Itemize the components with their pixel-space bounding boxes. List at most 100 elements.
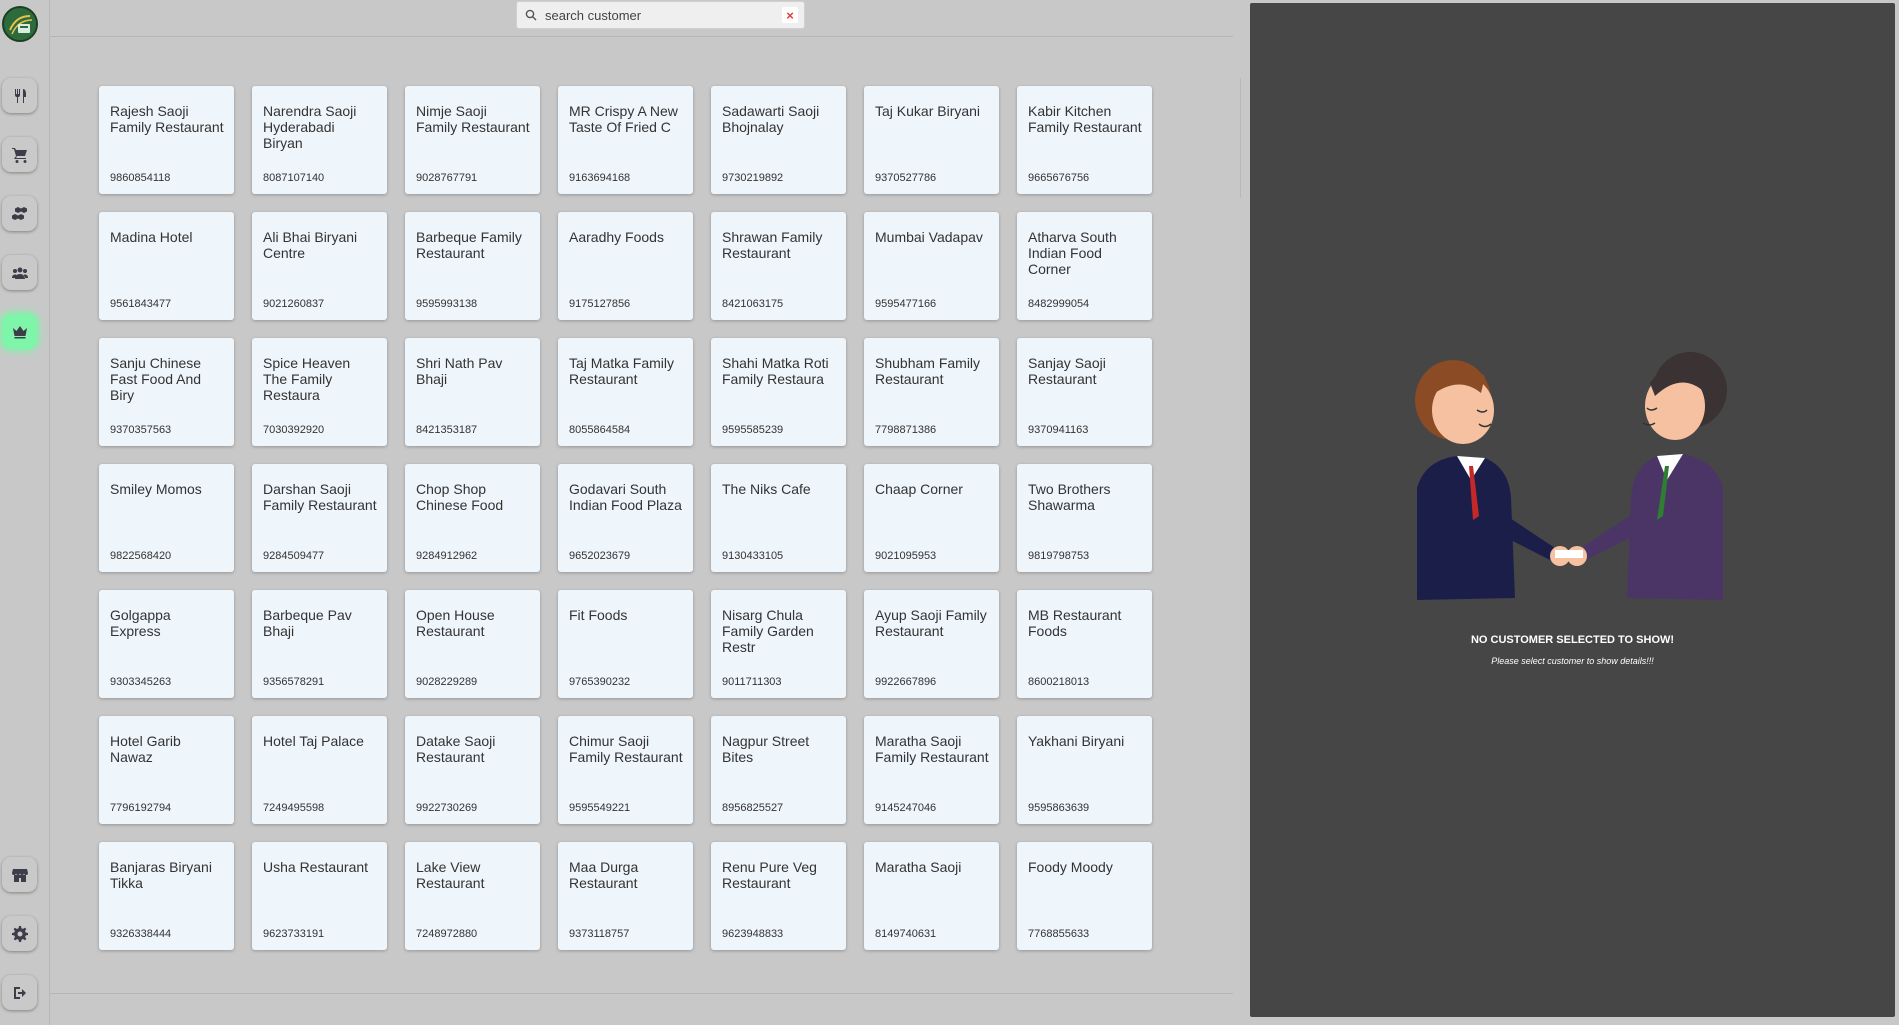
customer-phone: 9284912962 [416,550,478,562]
customer-phone: 7030392920 [263,424,325,436]
customer-name: Smiley Momos [110,481,202,497]
customer-card[interactable]: Barbeque Pav Bhaji 9356578291 [252,590,387,698]
customer-card[interactable]: MB Restaurant Foods 8600218013 [1017,590,1152,698]
customer-card[interactable]: The Niks Cafe 9130433105 [711,464,846,572]
customer-phone: 9561843477 [110,298,172,310]
customer-card[interactable]: Fit Foods 9765390232 [558,590,693,698]
customer-card[interactable]: Maa Durga Restaurant 9373118757 [558,842,693,950]
cart-nav-button[interactable] [2,137,37,172]
customer-phone: 9145247046 [875,802,937,814]
customer-card[interactable]: Sanju Chinese Fast Food And Biry 93703575… [99,338,234,446]
customer-card[interactable]: Ayup Saoji Family Restaurant 9922667896 [864,590,999,698]
customers-nav-button[interactable] [2,314,37,349]
settings-nav-button[interactable] [2,916,37,951]
customer-phone: 8421353187 [416,424,478,436]
customer-card[interactable]: Aaradhy Foods 9175127856 [558,212,693,320]
customer-name: Fit Foods [569,607,628,623]
customer-name: Hotel Garib Nawaz [110,733,181,765]
customer-name: Chimur Saoji Family Restaurant [569,733,683,765]
customer-card[interactable]: Mumbai Vadapav 9595477166 [864,212,999,320]
customer-card[interactable]: Hotel Taj Palace 7249495598 [252,716,387,824]
customer-card[interactable]: Smiley Momos 9822568420 [99,464,234,572]
customer-card[interactable]: Atharva South Indian Food Corner 84829990… [1017,212,1152,320]
customer-card[interactable]: Taj Matka Family Restaurant 8055864584 [558,338,693,446]
customer-card[interactable]: Darshan Saoji Family Restaurant 928450947… [252,464,387,572]
empty-state-title: NO CUSTOMER SELECTED TO SHOW! [1470,634,1675,646]
customer-card[interactable]: Maratha Saoji 8149740631 [864,842,999,950]
customer-name: Taj Kukar Biryani [875,103,981,119]
customer-card[interactable]: Lake View Restaurant 7248972880 [405,842,540,950]
customer-name: Narendra Saoji Hyderabadi Biryan [263,103,357,151]
inventory-nav-button[interactable] [2,196,37,231]
customer-card[interactable]: Barbeque Family Restaurant 9595993138 [405,212,540,320]
customer-phone: 7249495598 [263,802,325,814]
customer-card[interactable]: Rajesh Saoji Family Restaurant 9860854118 [99,86,234,194]
customer-card[interactable]: Shubham Family Restaurant 7798871386 [864,338,999,446]
customer-name: Renu Pure Veg Restaurant [722,859,817,891]
app-logo[interactable] [2,6,38,42]
customer-card[interactable]: Madina Hotel 9561843477 [99,212,234,320]
customer-phone: 9922730269 [416,802,478,814]
menu-nav-button[interactable] [2,78,37,113]
customer-card[interactable]: Sadawarti Saoji Bhojnalay 9730219892 [711,86,846,194]
customer-card[interactable]: Maratha Saoji Family Restaurant 914524704… [864,716,999,824]
customer-phone: 9370941163 [1028,424,1089,436]
customer-card[interactable]: Chaap Corner 9021095953 [864,464,999,572]
logout-icon [13,986,26,999]
customer-phone: 9130433105 [722,550,784,562]
crown-icon [12,325,27,338]
customer-phone: 9373118757 [569,928,630,940]
customer-card[interactable]: Open House Restaurant 9028229289 [405,590,540,698]
customer-name: Kabir Kitchen Family Restaurant [1028,103,1142,135]
clear-search-button[interactable]: × [782,7,798,23]
customer-card[interactable]: Shahi Matka Roti Family Restaura 95955852… [711,338,846,446]
logout-nav-button[interactable] [2,975,37,1010]
customer-card[interactable]: MR Crispy A New Taste Of Fried C 91636941… [558,86,693,194]
customer-card[interactable]: Golgappa Express 9303345263 [99,590,234,698]
customer-list-area: × Rajesh Saoji Family Restaurant 98608541… [50,0,1241,1025]
customer-card[interactable]: Kabir Kitchen Family Restaurant 966567675… [1017,86,1152,194]
customer-phone: 9730219892 [722,172,784,184]
customer-card[interactable]: Shri Nath Pav Bhaji 8421353187 [405,338,540,446]
customer-card[interactable]: Chop Shop Chinese Food 9284912962 [405,464,540,572]
customer-name: Rajesh Saoji Family Restaurant [110,103,224,135]
customer-card[interactable]: Banjaras Biryani Tikka 9326338444 [99,842,234,950]
customer-name: MB Restaurant Foods [1028,607,1122,639]
customer-card[interactable]: Nisarg Chula Family Garden Restr 90117113… [711,590,846,698]
customer-name: Hotel Taj Palace [263,733,364,749]
customer-card[interactable]: Shrawan Family Restaurant 8421063175 [711,212,846,320]
customer-card[interactable]: Renu Pure Veg Restaurant 9623948833 [711,842,846,950]
customer-card[interactable]: Nimje Saoji Family Restaurant 9028767791 [405,86,540,194]
customer-grid: Rajesh Saoji Family Restaurant 9860854118… [99,86,1152,950]
customer-phone: 9922667896 [875,676,937,688]
customer-card[interactable]: Foody Moody 7768855633 [1017,842,1152,950]
customer-card[interactable]: Two Brothers Shawarma 9819798753 [1017,464,1152,572]
customer-name: Godavari South Indian Food Plaza [569,481,682,513]
search-input[interactable] [545,7,782,23]
store-nav-button[interactable] [2,857,37,892]
customer-name: MR Crispy A New Taste Of Fried C [569,103,678,135]
customer-card[interactable]: Godavari South Indian Food Plaza 96520236… [558,464,693,572]
customer-card[interactable]: Taj Kukar Biryani 9370527786 [864,86,999,194]
customer-card[interactable]: Spice Heaven The Family Restaura 70303929… [252,338,387,446]
customer-phone: 8482999054 [1028,298,1090,310]
customer-card[interactable]: Narendra Saoji Hyderabadi Biryan 80871071… [252,86,387,194]
customer-phone: 8600218013 [1028,676,1090,688]
staff-nav-button[interactable] [2,255,37,290]
customer-card[interactable]: Sanjay Saoji Restaurant 9370941163 [1017,338,1152,446]
customer-card[interactable]: Usha Restaurant 9623733191 [252,842,387,950]
search-bar: × [516,1,805,29]
customer-card[interactable]: Datake Saoji Restaurant 9922730269 [405,716,540,824]
customer-card[interactable]: Chimur Saoji Family Restaurant 9595549221 [558,716,693,824]
customer-card[interactable]: Ali Bhai Biryani Centre 9021260837 [252,212,387,320]
customer-detail-panel: NO CUSTOMER SELECTED TO SHOW! Please sel… [1250,3,1895,1017]
customer-phone: 9175127856 [569,298,631,310]
customer-phone: 9021260837 [263,298,325,310]
customer-card[interactable]: Nagpur Street Bites 8956825527 [711,716,846,824]
scrollbar[interactable] [1240,78,1241,198]
customer-card[interactable]: Hotel Garib Nawaz 7796192794 [99,716,234,824]
customer-phone: 9370527786 [875,172,937,184]
customer-name: Barbeque Family Restaurant [416,229,522,261]
customer-phone: 7768855633 [1028,928,1090,940]
customer-card[interactable]: Yakhani Biryani 9595863639 [1017,716,1152,824]
